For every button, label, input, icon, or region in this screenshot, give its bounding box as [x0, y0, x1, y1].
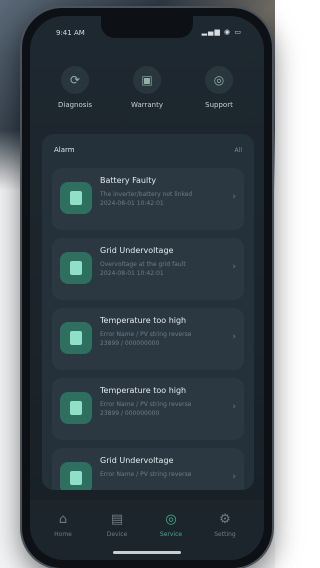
- quick-action-support[interactable]: ◎ Support: [184, 66, 254, 109]
- alarm-item-line1: Error Name / PV string reverse: [100, 401, 192, 408]
- alarm-item-line2: 23899 / 000000000: [100, 340, 160, 347]
- home-icon: ⌂: [58, 512, 68, 527]
- quick-action-label: Warranty: [130, 101, 163, 109]
- alarm-item-line1: The inverter/battery not linked: [100, 191, 193, 198]
- quick-action-diagnosis[interactable]: ⟳ Diagnosis: [40, 66, 110, 109]
- alarm-item-detail: Overvoltage at the grid fault 2024-08-01…: [100, 260, 226, 278]
- service-icon: ◎: [165, 512, 177, 527]
- alarm-item-line2: 2024-08-01 10:42:01: [100, 200, 164, 207]
- alarm-header: Alarm All: [54, 146, 242, 160]
- alarm-item-title: Temperature too high: [100, 316, 187, 325]
- alarm-item[interactable]: Temperature too high Error Name / PV str…: [52, 378, 244, 440]
- temperature-icon: [60, 322, 92, 354]
- tab-label: Device: [106, 531, 128, 538]
- tab-label: Home: [54, 531, 72, 538]
- alarm-item-title: Grid Undervoltage: [100, 246, 174, 255]
- alarm-item-detail: Error Name / PV string reverse: [100, 470, 226, 479]
- home-indicator: [113, 551, 181, 554]
- quick-action-warranty[interactable]: ▣ Warranty: [112, 66, 182, 109]
- grid-icon: [60, 462, 92, 490]
- alarm-item[interactable]: Battery Faulty The inverter/battery not …: [52, 168, 244, 230]
- warranty-icon: ▣: [133, 66, 161, 94]
- chevron-right-icon: ›: [232, 262, 236, 272]
- app-screen: 9:41 AM ▂▄▆ ◉ ▭ ⟳ Diagnosis ▣ Warranty ◎…: [30, 16, 264, 560]
- status-time: 9:41 AM: [56, 29, 85, 37]
- alarm-item-title: Grid Undervoltage: [100, 456, 174, 465]
- temperature-icon: [60, 392, 92, 424]
- alarm-card: Alarm All Battery Faulty The inverter/ba…: [42, 134, 254, 490]
- alarm-item-detail: The inverter/battery not linked 2024-08-…: [100, 190, 226, 208]
- alarm-item-title: Temperature too high: [100, 386, 187, 395]
- phone-frame: 9:41 AM ▂▄▆ ◉ ▭ ⟳ Diagnosis ▣ Warranty ◎…: [22, 8, 272, 568]
- alarm-item[interactable]: Grid Undervoltage Error Name / PV string…: [52, 448, 244, 490]
- alarm-item[interactable]: Temperature too high Error Name / PV str…: [52, 308, 244, 370]
- chevron-right-icon: ›: [232, 402, 236, 412]
- alarm-item-line1: Error Name / PV string reverse: [100, 331, 192, 338]
- chevron-right-icon: ›: [232, 332, 236, 342]
- tab-setting[interactable]: ⚙ Setting: [200, 512, 250, 538]
- alarm-item-title: Battery Faulty: [100, 176, 157, 185]
- alarm-item-line2: 2024-08-01 10:42:01: [100, 270, 164, 277]
- alarm-item[interactable]: Grid Undervoltage Overvoltage at the gri…: [52, 238, 244, 300]
- status-icons: ▂▄▆ ◉ ▭: [201, 28, 242, 36]
- quick-action-label: Diagnosis: [57, 101, 93, 109]
- alarm-item-detail: Error Name / PV string reverse 23899 / 0…: [100, 400, 226, 418]
- quick-actions: ⟳ Diagnosis ▣ Warranty ◎ Support: [30, 66, 264, 126]
- alarm-item-detail: Error Name / PV string reverse 23899 / 0…: [100, 330, 226, 348]
- tab-device[interactable]: ▤ Device: [92, 512, 142, 538]
- alarm-item-line2: 23899 / 000000000: [100, 410, 160, 417]
- chevron-right-icon: ›: [232, 192, 236, 202]
- tab-home[interactable]: ⌂ Home: [38, 512, 88, 538]
- device-icon: ▤: [110, 512, 124, 527]
- chevron-right-icon: ›: [232, 472, 236, 482]
- alarm-item-line1: Error Name / PV string reverse: [100, 471, 192, 478]
- grid-icon: [60, 252, 92, 284]
- tab-label: Service: [159, 531, 183, 538]
- battery-icon: [60, 182, 92, 214]
- support-icon: ◎: [205, 66, 233, 94]
- alarm-item-line1: Overvoltage at the grid fault: [100, 261, 186, 268]
- alarm-title: Alarm: [54, 146, 75, 154]
- tab-label: Setting: [214, 531, 236, 538]
- setting-icon: ⚙: [219, 512, 231, 527]
- tab-bar: ⌂ Home ▤ Device ◎ Service ⚙ Setting: [30, 500, 264, 560]
- notch: [101, 16, 193, 38]
- tab-service[interactable]: ◎ Service: [146, 512, 196, 538]
- quick-action-label: Support: [205, 101, 233, 109]
- diagnosis-icon: ⟳: [61, 66, 89, 94]
- alarm-all-link[interactable]: All: [235, 147, 242, 154]
